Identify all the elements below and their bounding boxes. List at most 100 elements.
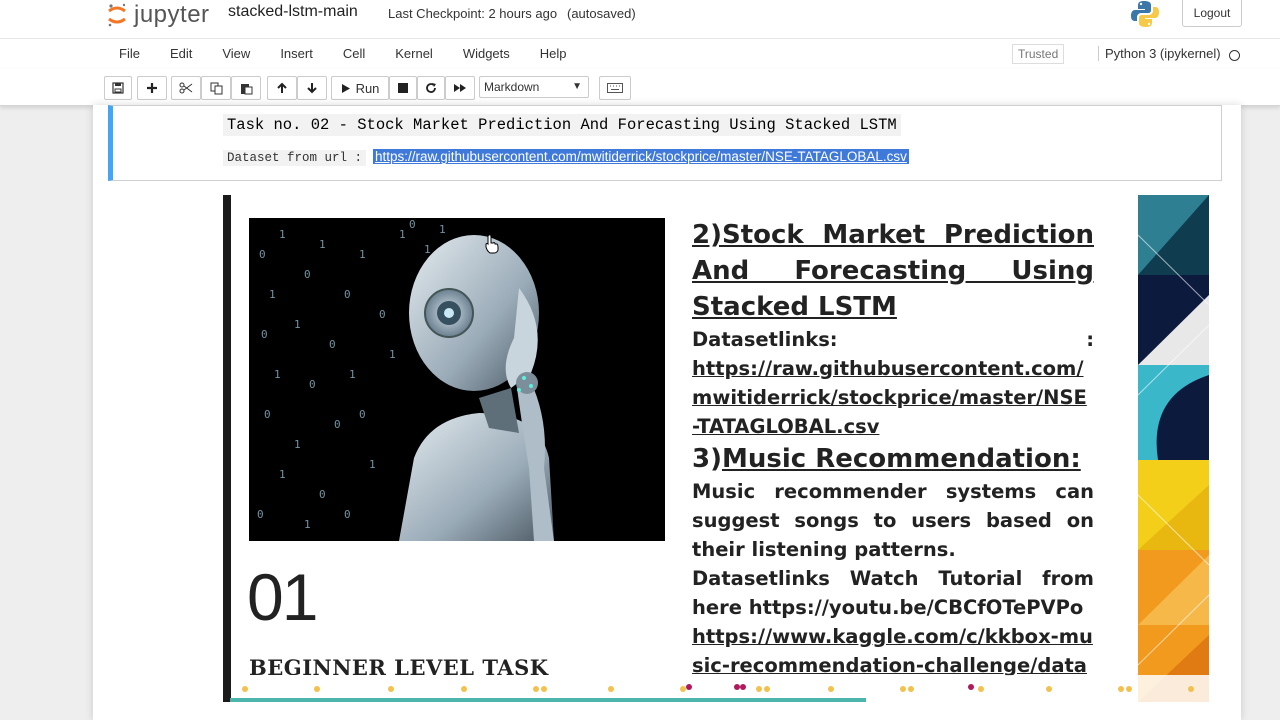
music-heading: Music Recommendation: — [721, 444, 1081, 474]
svg-text:0: 0 — [264, 408, 271, 421]
menu-view[interactable]: View — [207, 39, 265, 69]
chevron-down-icon: ▼ — [572, 81, 582, 92]
notebook-name[interactable]: stacked-lstm-main — [228, 3, 358, 21]
run-button[interactable]: Run — [331, 76, 389, 100]
trusted-badge[interactable]: Trusted — [1012, 44, 1065, 64]
header: jupyter stacked-lstm-main Last Checkpoin… — [0, 0, 1280, 38]
command-palette-button[interactable] — [599, 76, 631, 100]
svg-text:1: 1 — [349, 368, 356, 381]
add-cell-button[interactable] — [137, 76, 167, 100]
restart-icon — [426, 83, 436, 93]
robot-image: 010 110 010 101 101 010 101 010 011 010 — [249, 218, 665, 541]
svg-text:0: 0 — [257, 508, 264, 521]
svg-text:1: 1 — [439, 223, 446, 236]
menu-file[interactable]: File — [104, 39, 155, 69]
slide-left-bar — [223, 195, 231, 702]
svg-text:0: 0 — [379, 308, 386, 321]
svg-text:0: 0 — [329, 338, 336, 351]
svg-text:1: 1 — [269, 288, 276, 301]
datasetlinks-label: Datasetlinks: — [692, 328, 838, 351]
move-down-icon — [307, 83, 317, 94]
stock-dataset-link[interactable]: https://raw.githubusercontent.com/ mwiti… — [692, 354, 1094, 441]
cell-type-value: Markdown — [484, 80, 540, 94]
slide-image: 010 110 010 101 101 010 101 010 011 010 — [223, 195, 1209, 702]
kaggle-link[interactable]: https://www.kaggle.com/c/kkbox-music-rec… — [692, 622, 1094, 680]
svg-text:0: 0 — [261, 328, 268, 341]
menubar: File Edit View Insert Cell Kernel Widget… — [0, 38, 1280, 69]
hand-cursor-icon — [485, 234, 499, 254]
restart-button[interactable] — [417, 76, 445, 100]
copy-button[interactable] — [201, 76, 231, 100]
copy-icon — [210, 82, 222, 94]
svg-text:1: 1 — [369, 458, 376, 471]
slide-number: 01 — [247, 560, 318, 634]
music-heading-prefix: 3) — [692, 444, 722, 474]
svg-text:0: 0 — [319, 488, 326, 501]
menu-kernel[interactable]: Kernel — [380, 39, 448, 69]
svg-text:1: 1 — [424, 243, 431, 256]
video-progress-bar[interactable] — [230, 698, 866, 702]
svg-text:1: 1 — [279, 468, 286, 481]
svg-text:0: 0 — [409, 218, 416, 231]
stock-heading: 2)Stock Market Prediction And Forecastin… — [692, 220, 1094, 322]
svg-text:1: 1 — [389, 348, 396, 361]
music-datasetlinks: Datasetlinks Watch Tutorial from here ht… — [692, 567, 1094, 619]
logout-button[interactable]: Logout — [1182, 0, 1242, 27]
music-description: Music recommender systems can suggest so… — [692, 480, 1094, 561]
svg-text:0: 0 — [359, 408, 366, 421]
menu: File Edit View Insert Cell Kernel Widget… — [104, 39, 582, 69]
datasetlinks-row: Datasetlinks: : — [692, 325, 1094, 354]
cell-type-select[interactable]: Markdown ▼ — [479, 76, 589, 98]
geometric-pattern — [1138, 195, 1209, 702]
svg-text:1: 1 — [359, 248, 366, 261]
logo-text: jupyter — [134, 1, 210, 28]
add-cell-icon — [147, 83, 157, 93]
dataset-label: Dataset from url : — [223, 150, 367, 166]
svg-text:1: 1 — [294, 318, 301, 331]
menu-widgets[interactable]: Widgets — [448, 39, 525, 69]
fast-forward-icon — [454, 84, 466, 92]
move-up-icon — [277, 82, 287, 93]
toolbar: Run Markdown ▼ — [0, 69, 1280, 106]
slide-text-block: 2)Stock Market Prediction And Forecastin… — [692, 217, 1094, 680]
keyboard-icon — [607, 83, 623, 93]
paste-button[interactable] — [231, 76, 261, 100]
stop-button[interactable] — [389, 76, 417, 100]
autosave-status: (autosaved) — [567, 6, 636, 21]
dataset-url-link[interactable]: https://raw.githubusercontent.com/mwitid… — [373, 149, 909, 164]
datasetlinks-colon: : — [1086, 328, 1094, 351]
svg-text:0: 0 — [344, 288, 351, 301]
python-logo-icon — [1131, 1, 1159, 27]
task-title: Task no. 02 - Stock Market Prediction An… — [223, 114, 901, 136]
jupyter-logo-icon — [108, 3, 126, 27]
svg-text:0: 0 — [344, 508, 351, 521]
cut-button[interactable] — [171, 76, 201, 100]
paste-icon — [240, 83, 252, 94]
cut-icon — [179, 82, 193, 94]
checkpoint-status: Last Checkpoint: 2 hours ago — [388, 6, 558, 21]
kernel-status-icon — [1229, 50, 1240, 61]
menu-edit[interactable]: Edit — [155, 39, 207, 69]
music-heading-row: 3)Music Recommendation: — [692, 441, 1094, 477]
robot-illustration: 010 110 010 101 101 010 101 010 011 010 — [257, 218, 554, 541]
svg-text:1: 1 — [319, 238, 326, 251]
svg-text:0: 0 — [334, 418, 341, 431]
move-up-button[interactable] — [267, 76, 297, 100]
svg-text:1: 1 — [399, 228, 406, 241]
svg-text:1: 1 — [274, 368, 281, 381]
svg-text:1: 1 — [294, 438, 301, 451]
menu-help[interactable]: Help — [525, 39, 582, 69]
svg-text:1: 1 — [279, 228, 286, 241]
save-button[interactable] — [104, 76, 132, 100]
restart-run-all-button[interactable] — [445, 76, 475, 100]
svg-text:1: 1 — [304, 518, 311, 531]
stop-icon — [398, 83, 408, 93]
run-label: Run — [355, 80, 380, 96]
jupyter-logo[interactable]: jupyter — [106, 0, 210, 30]
menu-cell[interactable]: Cell — [328, 39, 380, 69]
menu-insert[interactable]: Insert — [265, 39, 328, 69]
save-icon — [112, 82, 124, 94]
svg-text:0: 0 — [309, 378, 316, 391]
move-down-button[interactable] — [297, 76, 327, 100]
kernel-name[interactable]: Python 3 (ipykernel) — [1098, 46, 1221, 61]
